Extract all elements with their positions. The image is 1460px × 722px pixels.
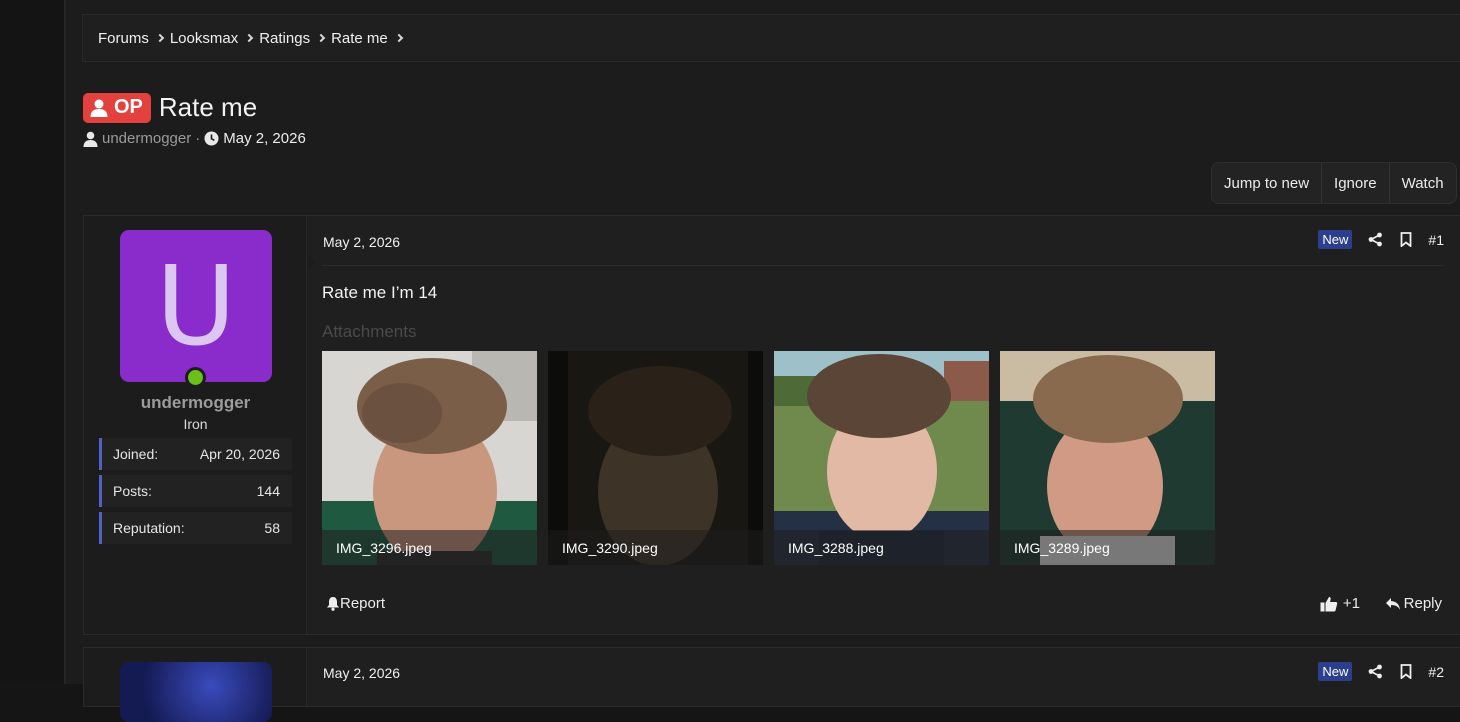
chevron-right-icon: [316, 33, 326, 43]
like-button[interactable]: +1: [1320, 595, 1360, 612]
jump-to-new-button[interactable]: Jump to new: [1212, 163, 1323, 203]
user-stat-posts: Posts: 144: [99, 475, 292, 507]
bookmark-icon[interactable]: [1397, 663, 1415, 681]
thread-action-group: Jump to new Ignore Watch: [1211, 162, 1457, 204]
attachment-filename: IMG_3289.jpeg: [1000, 530, 1215, 565]
post-date[interactable]: May 2, 2026: [323, 665, 400, 681]
thread-title: OP Rate me: [83, 92, 257, 123]
thread-meta: undermogger · May 2, 2026: [83, 130, 306, 147]
bell-icon: [327, 597, 339, 611]
share-icon[interactable]: [1366, 231, 1384, 249]
op-prefix-label: OP: [114, 96, 143, 118]
avatar[interactable]: [120, 662, 272, 722]
breadcrumb-label: Looksmax: [169, 29, 239, 47]
stat-value: 58: [264, 520, 280, 536]
stat-label: Reputation:: [113, 520, 185, 536]
post-tools: New #1: [1318, 230, 1444, 249]
breadcrumb: Forums Looksmax Ratings Rate me: [82, 14, 1460, 62]
breadcrumb-label: Forums: [98, 29, 149, 47]
post-header-divider: [322, 265, 1444, 266]
breadcrumb-ratings[interactable]: Ratings: [259, 30, 331, 47]
user-icon: [90, 99, 108, 117]
watch-button[interactable]: Watch: [1390, 163, 1456, 203]
post-username[interactable]: undermogger: [84, 393, 307, 413]
user-stat-joined: Joined: Apr 20, 2026: [99, 438, 292, 470]
attachment-thumbnail[interactable]: IMG_3290.jpeg: [548, 351, 763, 565]
attachment-filename: IMG_3296.jpeg: [322, 530, 537, 565]
breadcrumb-forums[interactable]: Forums: [98, 30, 170, 47]
attachments-label: Attachments: [322, 322, 417, 341]
attachment-filename: IMG_3290.jpeg: [548, 530, 763, 565]
reply-icon: [1385, 597, 1400, 610]
avatar-letter: U: [155, 242, 237, 370]
bookmark-icon[interactable]: [1397, 231, 1415, 249]
post-user-cell: U undermogger Iron Joined: Apr 20, 2026 P…: [84, 216, 315, 634]
attachment-list: IMG_3296.jpeg IMG_3290.jpeg IMG_3288.jpe…: [322, 351, 1215, 565]
attachment-thumbnail[interactable]: IMG_3289.jpeg: [1000, 351, 1215, 565]
thread-author-link[interactable]: undermogger: [102, 130, 191, 147]
clock-icon: [204, 131, 219, 146]
user-title: Iron: [183, 416, 208, 432]
stat-value: Apr 20, 2026: [199, 446, 280, 462]
chevron-right-icon: [394, 33, 404, 43]
chevron-right-icon: [244, 33, 254, 43]
post-header: May 2, 2026 New #1: [308, 216, 1460, 266]
avatar[interactable]: U: [120, 230, 272, 382]
like-count: +1: [1342, 595, 1360, 612]
post-number-link[interactable]: #2: [1428, 664, 1444, 680]
post-header: May 2, 2026 New #2: [308, 648, 1460, 698]
attachment-filename: IMG_3288.jpeg: [774, 530, 989, 565]
thumbs-up-icon: [1320, 596, 1338, 611]
reply-button[interactable]: Reply: [1385, 595, 1442, 612]
new-badge: New: [1318, 230, 1353, 249]
attachment-thumbnail[interactable]: IMG_3296.jpeg: [322, 351, 537, 565]
breadcrumb-rate-me[interactable]: Rate me: [331, 30, 409, 47]
stat-label: Posts:: [113, 483, 152, 499]
breadcrumb-label: Ratings: [259, 29, 311, 47]
post: May 2, 2026 New #2: [83, 647, 1460, 722]
breadcrumb-looksmax[interactable]: Looksmax: [170, 30, 259, 47]
left-gutter: [0, 0, 64, 684]
ignore-button[interactable]: Ignore: [1322, 163, 1390, 203]
attachment-thumbnail[interactable]: IMG_3288.jpeg: [774, 351, 989, 565]
op-prefix-badge: OP: [83, 92, 151, 123]
post-number-link[interactable]: #1: [1428, 232, 1444, 248]
reply-label: Reply: [1403, 595, 1442, 612]
post-footer: Report +1 Reply: [322, 595, 1444, 615]
share-icon[interactable]: [1366, 663, 1384, 681]
chevron-right-icon: [155, 33, 165, 43]
meta-separator: ·: [195, 130, 201, 147]
post-date[interactable]: May 2, 2026: [323, 234, 400, 250]
report-link[interactable]: Report: [326, 595, 385, 612]
report-label: Report: [340, 595, 386, 612]
breadcrumb-label: Rate me: [331, 29, 388, 47]
post-user-cell: [84, 648, 307, 722]
user-stat-reputation: Reputation: 58: [99, 512, 292, 544]
user-icon: [83, 131, 98, 147]
new-badge: New: [1318, 662, 1353, 681]
stat-value: 144: [256, 483, 280, 499]
thread-date[interactable]: May 2, 2026: [223, 130, 306, 147]
post-tools: New #2: [1318, 662, 1444, 681]
post-body-text: Rate me I’m 14: [322, 283, 438, 302]
page-title: Rate me: [158, 92, 258, 122]
online-status-indicator: [185, 367, 206, 388]
stat-label: Joined:: [113, 446, 159, 462]
